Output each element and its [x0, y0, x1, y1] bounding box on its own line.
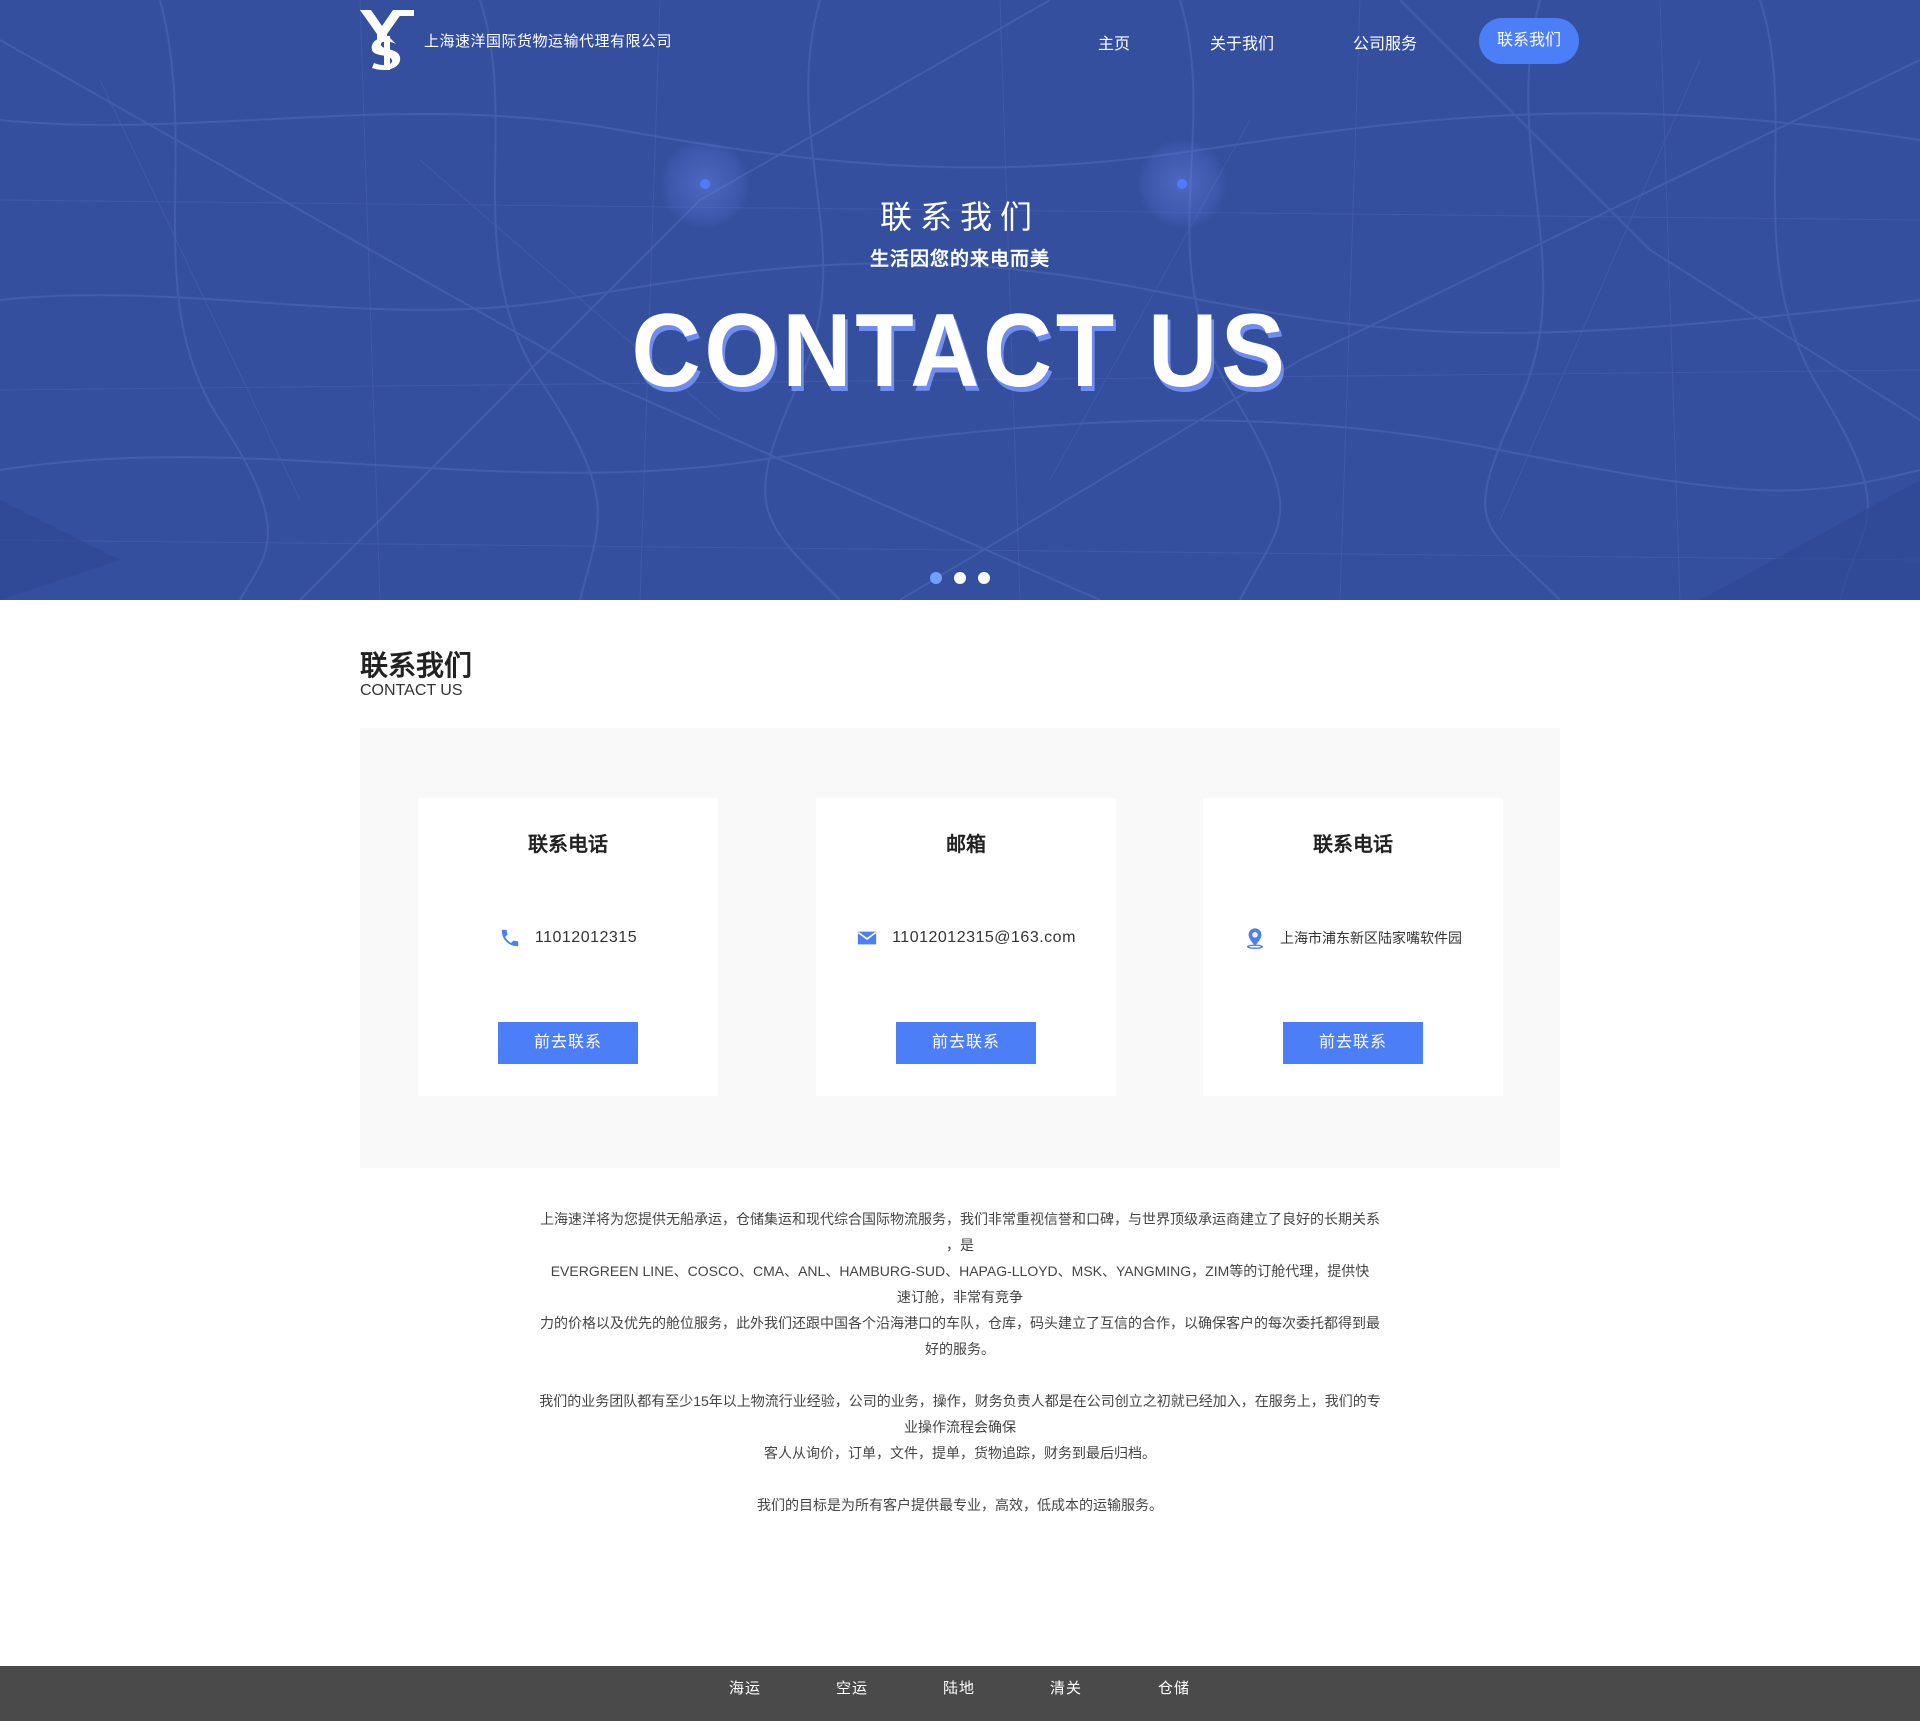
contact-button-email[interactable]: 前去联系: [896, 1022, 1036, 1064]
card-info: 11012012315@163.com: [816, 926, 1116, 950]
nav-contact-button[interactable]: 联系我们: [1479, 18, 1579, 64]
mail-icon: [857, 931, 877, 945]
carousel-dot-2[interactable]: [954, 572, 966, 584]
nav-about[interactable]: 关于我们: [1210, 30, 1274, 54]
footer-link-land[interactable]: 陆地: [943, 1666, 975, 1711]
map-marker-dot: [1177, 179, 1187, 189]
section-subtitle: CONTACT US: [360, 682, 463, 699]
nav-home[interactable]: 主页: [1098, 30, 1130, 54]
description-line: 好的服务。: [925, 1341, 995, 1357]
site-footer: 海运 空运 陆地 清关 仓储: [0, 1666, 1920, 1721]
description-line: 我们的目标是为所有客户提供最专业，高效，低成本的运输服务。: [757, 1497, 1163, 1513]
nav-services[interactable]: 公司服务: [1353, 30, 1417, 54]
hero-big-text: CONTACT US: [631, 293, 1289, 409]
footer-link-air[interactable]: 空运: [836, 1666, 868, 1711]
contact-card-phone: 联系电话 11012012315 前去联系: [418, 798, 718, 1096]
description-line: ，是: [946, 1237, 974, 1253]
description-line: 上海速洋将为您提供无船承运，仓储集运和现代综合国际物流服务，我们非常重视信誉和口…: [540, 1211, 1380, 1227]
contact-button-address[interactable]: 前去联系: [1283, 1022, 1423, 1064]
contact-button-phone[interactable]: 前去联系: [498, 1022, 638, 1064]
hero-subtitle: 生活因您的来电而美: [869, 249, 1050, 270]
company-logo[interactable]: [360, 10, 414, 70]
description-line: 力的价格以及优先的舱位服务，此外我们还跟中国各个沿海港口的车队，仓库，码头建立了…: [540, 1315, 1380, 1331]
card-title: 联系电话: [528, 834, 608, 856]
footer-link-customs[interactable]: 清关: [1050, 1666, 1082, 1711]
hero-banner: 上海速洋国际货物运输代理有限公司 主页 关于我们 公司服务 联系我们 联系我们 …: [0, 0, 1920, 600]
card-info: 11012012315: [418, 926, 718, 950]
description-line: 客人从询价，订单，文件，提单，货物追踪，财务到最后归档。: [764, 1445, 1156, 1461]
card-title: 联系电话: [1313, 834, 1393, 856]
description-line: 业操作流程会确保: [904, 1419, 1016, 1435]
footer-link-sea[interactable]: 海运: [729, 1666, 761, 1711]
footer-link-warehouse[interactable]: 仓储: [1158, 1666, 1190, 1711]
contact-card-email: 邮箱 11012012315@163.com 前去联系: [816, 798, 1116, 1096]
card-info: 上海市浦东新区陆家嘴软件园: [1203, 926, 1503, 950]
address-text: 上海市浦东新区陆家嘴软件园: [1280, 930, 1462, 946]
phone-icon: [501, 929, 519, 947]
description-line: 速订舱，非常有竞争: [897, 1289, 1023, 1305]
card-title: 邮箱: [946, 834, 986, 856]
contact-cards-panel: 联系电话 11012012315 前去联系 邮箱 11012012315@163…: [360, 728, 1560, 1168]
contact-card-address: 联系电话 上海市浦东新区陆家嘴软件园 前去联系: [1203, 798, 1503, 1096]
section-title: 联系我们: [360, 650, 473, 681]
carousel-dot-3[interactable]: [978, 572, 990, 584]
site-header: 上海速洋国际货物运输代理有限公司 主页 关于我们 公司服务 联系我们: [0, 0, 1920, 80]
company-description: 上海速洋将为您提供无船承运，仓储集运和现代综合国际物流服务，我们非常重视信誉和口…: [510, 1206, 1410, 1518]
email-address: 11012012315@163.com: [892, 929, 1076, 946]
phone-number: 11012012315: [534, 929, 638, 946]
hero-title: 联系我们: [879, 198, 1040, 236]
map-marker-dot: [700, 179, 710, 189]
location-pin-icon: [1247, 928, 1263, 949]
carousel-dot-1[interactable]: [930, 572, 942, 584]
description-line: EVERGREEN LINE、COSCO、CMA、ANL、HAMBURG-SUD…: [550, 1263, 1370, 1279]
description-line: 我们的业务团队都有至少15年以上物流行业经验，公司的业务，操作，财务负责人都是在…: [539, 1393, 1381, 1409]
company-name: 上海速洋国际货物运输代理有限公司: [424, 33, 673, 50]
